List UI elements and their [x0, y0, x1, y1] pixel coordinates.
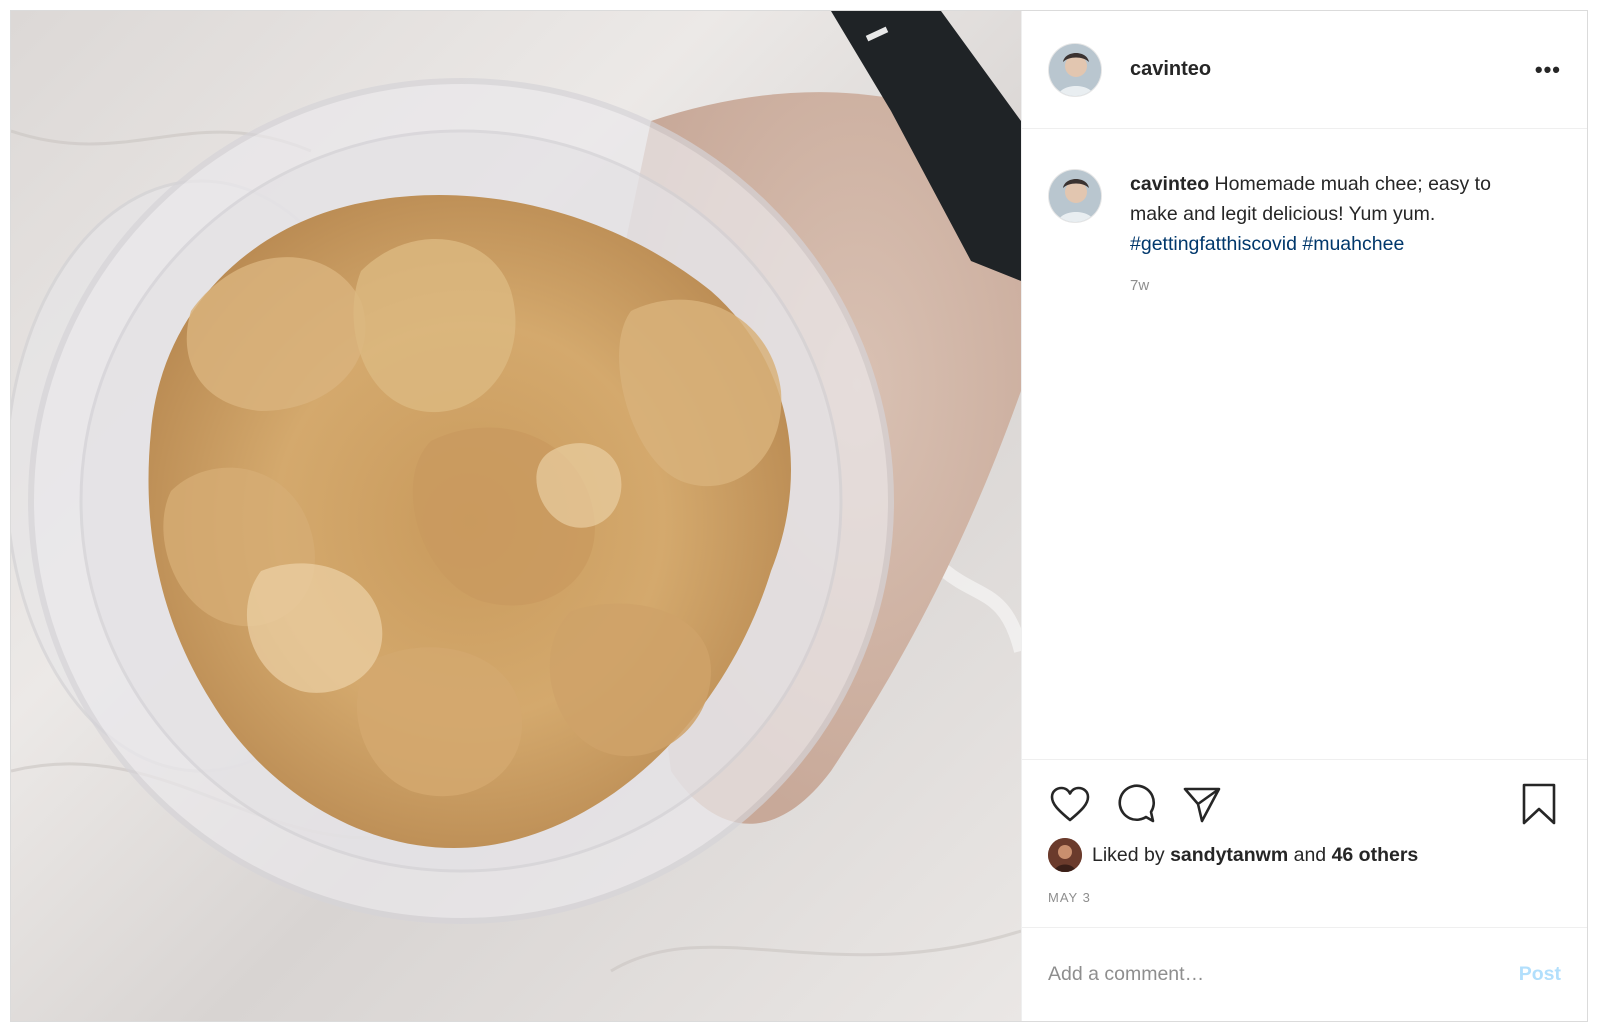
caption-username[interactable]: cavinteo	[1130, 173, 1209, 195]
caption-row: cavinteo Homemade muah chee; easy to mak…	[1048, 169, 1557, 259]
comment-input[interactable]	[1048, 963, 1519, 986]
comment-icon[interactable]	[1114, 782, 1158, 826]
instagram-post: cavinteo ••• cavinteo Homemade muah chee…	[10, 10, 1588, 1022]
post-date[interactable]: MAY 3	[1048, 890, 1561, 905]
liker-avatar[interactable]	[1048, 838, 1082, 872]
caption-time-ago[interactable]: 7w	[1130, 277, 1557, 294]
post-sidebar: cavinteo ••• cavinteo Homemade muah chee…	[1021, 11, 1587, 1021]
share-icon[interactable]	[1180, 782, 1224, 826]
hashtag-link[interactable]: #muahchee	[1302, 233, 1404, 255]
caption-area: cavinteo Homemade muah chee; easy to mak…	[1022, 129, 1587, 759]
author-username[interactable]: cavinteo	[1130, 58, 1211, 81]
bookmark-icon[interactable]	[1517, 782, 1561, 826]
caption-text: cavinteo Homemade muah chee; easy to mak…	[1130, 169, 1520, 259]
liker-username[interactable]: sandytanwm	[1170, 844, 1288, 867]
action-bar	[1048, 782, 1561, 826]
hashtag-link[interactable]: #gettingfatthiscovid	[1130, 233, 1297, 255]
likes-line: Liked by sandytanwm and 46 others	[1048, 838, 1561, 872]
post-header: cavinteo •••	[1022, 11, 1587, 129]
likes-others-count[interactable]: 46 others	[1332, 844, 1419, 867]
actions-area: Liked by sandytanwm and 46 others MAY 3	[1022, 759, 1587, 927]
likes-middle: and	[1293, 843, 1327, 866]
post-comment-button[interactable]: Post	[1519, 963, 1561, 986]
post-photo[interactable]	[11, 11, 1021, 1021]
caption-avatar[interactable]	[1048, 169, 1102, 223]
heart-icon[interactable]	[1048, 782, 1092, 826]
author-avatar[interactable]	[1048, 42, 1102, 97]
more-options-icon[interactable]: •••	[1535, 57, 1561, 83]
muah-chee-photo	[11, 11, 1021, 973]
likes-prefix: Liked by	[1092, 843, 1165, 866]
comment-box: Post	[1022, 927, 1587, 1021]
